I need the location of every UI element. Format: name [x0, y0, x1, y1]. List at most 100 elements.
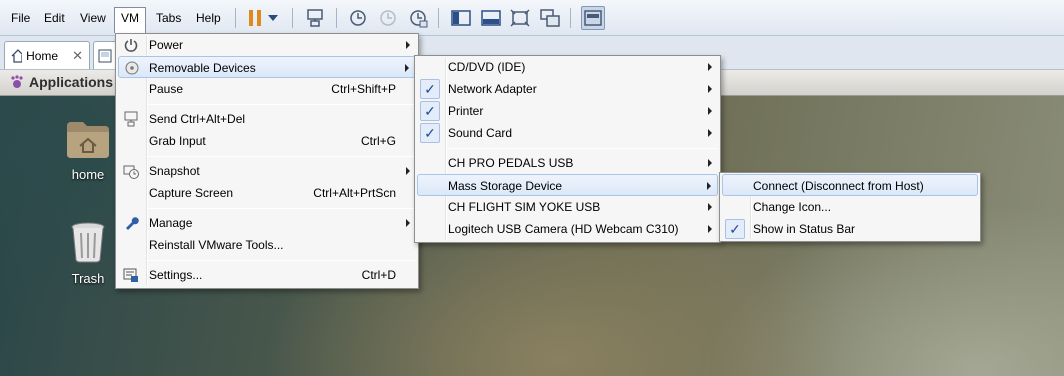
menu-view[interactable]: View — [74, 7, 112, 29]
menu-vm[interactable]: VM — [114, 7, 146, 33]
menubar: File Edit View VM Tabs Help — [0, 0, 1064, 36]
applications-menu[interactable]: Applications — [10, 74, 113, 90]
device-item-network-adapter[interactable]: ✓ Network Adapter — [417, 78, 718, 100]
menu-item-label: Capture Screen — [149, 186, 234, 200]
toolbar-separator — [570, 8, 571, 28]
vm-menu-item-reinstall-vmware-tools[interactable]: Reinstall VMware Tools... — [118, 234, 416, 256]
unity-icon[interactable] — [538, 6, 562, 30]
vm-menu-item-snapshot[interactable]: Snapshot — [118, 160, 416, 182]
applications-label: Applications — [29, 74, 114, 90]
thumbnail-view-icon[interactable] — [581, 6, 605, 30]
submenu-arrow-icon — [708, 107, 712, 115]
send-ctrl-alt-del-icon — [121, 110, 141, 128]
submenu-arrow-icon — [708, 159, 712, 167]
tab-vm[interactable] — [93, 41, 117, 69]
toolbar-separator — [292, 8, 293, 28]
submenu-arrow-icon — [406, 167, 410, 175]
submenu-arrow-icon — [708, 129, 712, 137]
fullscreen-icon[interactable] — [508, 6, 532, 30]
mass-storage-menu: Connect (Disconnect from Host) Change Ic… — [719, 172, 981, 242]
submenu-arrow-icon — [406, 219, 410, 227]
menu-item-label: CH FLIGHT SIM YOKE USB — [448, 200, 601, 214]
device-item-sound-card[interactable]: ✓ Sound Card — [417, 122, 718, 144]
menu-item-label: Logitech USB Camera (HD Webcam C310) — [448, 222, 679, 236]
removable-devices-icon — [122, 59, 142, 77]
submenu-arrow-icon — [406, 41, 410, 49]
menu-item-label: Mass Storage Device — [448, 179, 563, 193]
menu-item-label: Change Icon... — [753, 200, 832, 214]
submenu-arrow-icon — [708, 63, 712, 71]
vm-menu-item-removable-devices[interactable]: Removable Devices — [118, 56, 416, 78]
vm-icon — [98, 49, 112, 62]
menu-separator — [148, 260, 416, 261]
submenu-arrow-icon — [707, 182, 711, 190]
vm-menu-item-send-ctrl-alt-del[interactable]: Send Ctrl+Alt+Del — [118, 108, 416, 130]
vm-menu-item-power[interactable]: Power — [118, 34, 416, 56]
toolbar-separator — [235, 8, 236, 28]
trash-icon — [71, 222, 105, 263]
menu-item-label: Network Adapter — [448, 82, 537, 96]
vm-menu: Power Removable Devices Pause Ctrl+Shift… — [115, 33, 419, 289]
submenu-arrow-icon — [405, 64, 409, 72]
console-view-icon[interactable] — [479, 6, 503, 30]
menu-separator — [148, 156, 416, 157]
vm-menu-item-settings[interactable]: Settings... Ctrl+D — [118, 264, 416, 286]
toolbar-separator — [438, 8, 439, 28]
vm-menu-item-grab-input[interactable]: Grab Input Ctrl+G — [118, 130, 416, 152]
menu-item-label: Show in Status Bar — [753, 222, 856, 236]
pause-icon[interactable] — [243, 6, 267, 30]
device-item-mass-storage[interactable]: Mass Storage Device — [417, 174, 718, 196]
tab-home[interactable]: Home ✕ — [4, 41, 90, 69]
device-item-ch-pro-pedals[interactable]: CH PRO PEDALS USB — [417, 152, 718, 174]
menu-item-label: CH PRO PEDALS USB — [448, 156, 574, 170]
vm-menu-item-pause[interactable]: Pause Ctrl+Shift+P — [118, 78, 416, 100]
dropdown-arrow-icon[interactable] — [265, 6, 281, 30]
mass-storage-item-connect[interactable]: Connect (Disconnect from Host) — [722, 174, 978, 196]
menu-edit[interactable]: Edit — [38, 7, 71, 29]
menu-item-label: Connect (Disconnect from Host) — [753, 179, 924, 193]
menu-item-label: CD/DVD (IDE) — [448, 60, 526, 74]
submenu-arrow-icon — [708, 203, 712, 211]
removable-devices-menu: CD/DVD (IDE) ✓ Network Adapter ✓ Printer… — [414, 55, 721, 243]
sidebar-view-icon[interactable] — [449, 6, 473, 30]
device-item-cd-dvd[interactable]: CD/DVD (IDE) — [417, 56, 718, 78]
menu-item-label: Snapshot — [149, 164, 200, 178]
menu-item-label: Printer — [448, 104, 484, 118]
menu-item-shortcut: Ctrl+D — [361, 268, 396, 282]
vm-menu-item-capture-screen[interactable]: Capture Screen Ctrl+Alt+PrtScn — [118, 182, 416, 204]
mass-storage-item-change-icon[interactable]: Change Icon... — [722, 196, 978, 218]
snapshot-manager-icon[interactable] — [406, 6, 430, 30]
home-icon — [11, 48, 23, 63]
mass-storage-item-show-in-status-bar[interactable]: ✓ Show in Status Bar — [722, 218, 978, 240]
snapshot-revert-icon[interactable] — [376, 6, 400, 30]
menu-item-shortcut: Ctrl+G — [360, 134, 396, 148]
device-item-printer[interactable]: ✓ Printer — [417, 100, 718, 122]
menu-item-label: Manage — [149, 216, 193, 230]
menu-file[interactable]: File — [5, 7, 36, 29]
home-folder-icon — [67, 122, 109, 158]
menu-item-label: Settings... — [149, 268, 203, 282]
menu-separator — [447, 148, 718, 149]
device-item-ch-flight-sim-yoke[interactable]: CH FLIGHT SIM YOKE USB — [417, 196, 718, 218]
check-icon: ✓ — [420, 101, 440, 121]
menu-item-label: Send Ctrl+Alt+Del — [149, 112, 246, 126]
check-icon: ✓ — [420, 123, 440, 143]
menu-help[interactable]: Help — [190, 7, 227, 29]
close-icon[interactable]: ✕ — [72, 48, 83, 64]
send-ctrl-alt-del-icon[interactable] — [303, 6, 327, 30]
menu-item-label: Pause — [149, 82, 184, 96]
gnome-foot-icon — [11, 75, 23, 88]
snapshot-icon — [121, 162, 141, 180]
settings-icon — [121, 266, 141, 284]
check-icon: ✓ — [725, 219, 745, 239]
menu-separator — [148, 208, 416, 209]
menu-item-label: Power — [149, 38, 184, 52]
snapshot-take-icon[interactable] — [346, 6, 370, 30]
device-item-logitech-camera[interactable]: Logitech USB Camera (HD Webcam C310) — [417, 218, 718, 240]
vm-menu-item-manage[interactable]: Manage — [118, 212, 416, 234]
menu-separator — [148, 104, 416, 105]
menu-item-shortcut: Ctrl+Shift+P — [331, 82, 396, 96]
menu-item-shortcut: Ctrl+Alt+PrtScn — [313, 186, 396, 200]
check-icon: ✓ — [420, 79, 440, 99]
menu-tabs[interactable]: Tabs — [150, 7, 187, 29]
